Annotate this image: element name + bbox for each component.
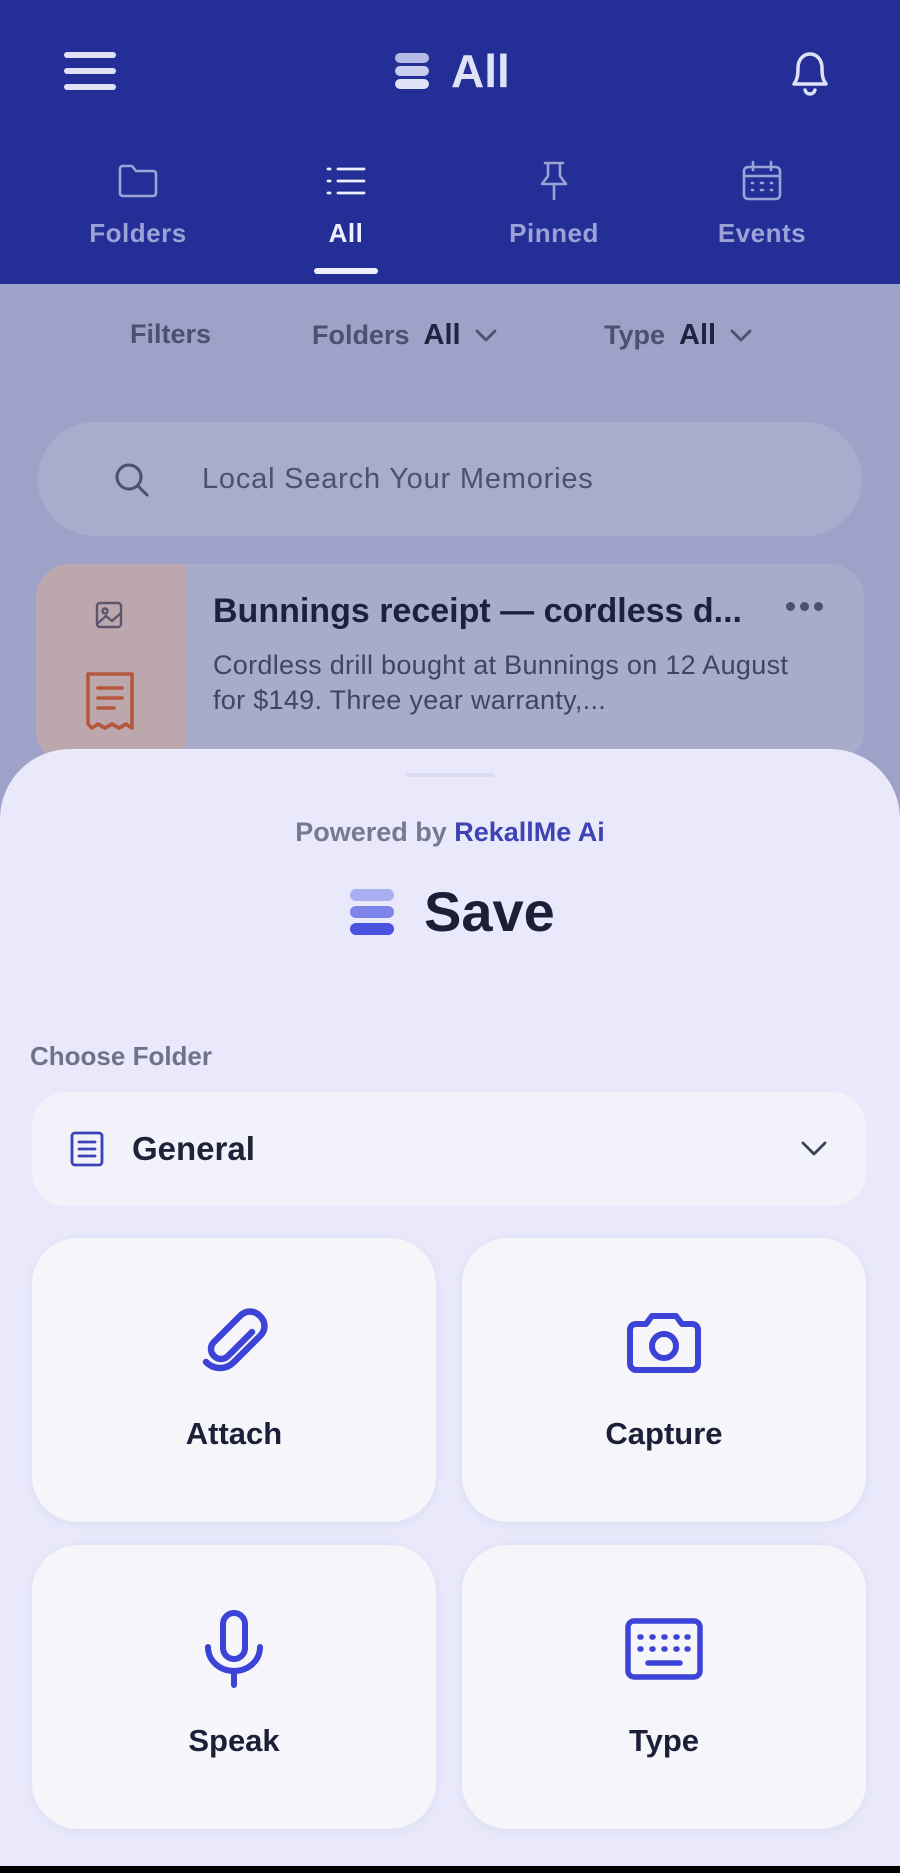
filter-bar: Filters Folders All Type All <box>0 319 900 369</box>
card-thumbnail <box>36 564 186 764</box>
tab-folders[interactable]: Folders <box>34 150 242 249</box>
more-options-icon[interactable] <box>786 602 826 614</box>
sheet-title: Save <box>424 880 555 943</box>
sheet-drag-handle[interactable] <box>405 773 495 777</box>
tab-label: Pinned <box>509 218 599 248</box>
card-title: Bunnings receipt — cordless d... <box>213 592 742 630</box>
card-description: Cordless drill bought at Bunnings on 12 … <box>213 650 789 715</box>
sheet-title-group: Save <box>350 879 555 944</box>
paperclip-icon <box>202 1308 268 1372</box>
document-icon <box>70 1131 104 1167</box>
capture-label: Capture <box>605 1416 723 1451</box>
microphone-icon <box>205 1610 263 1688</box>
stack-logo-icon <box>395 53 429 89</box>
folders-filter-value: All <box>423 319 461 351</box>
brand-name: RekallMe Ai <box>454 817 605 847</box>
chevron-down-icon <box>801 1141 827 1156</box>
calendar-icon <box>742 160 782 201</box>
stack-logo-icon <box>350 888 394 935</box>
app-screen: All Folders All Pinned Events Filters Fo… <box>0 0 900 1866</box>
keyboard-icon <box>625 1618 703 1680</box>
attach-button[interactable]: Attach <box>32 1238 436 1522</box>
tab-events[interactable]: Events <box>658 150 866 249</box>
type-label: Type <box>628 1723 700 1758</box>
folders-filter-label: Folders <box>312 320 410 350</box>
image-icon <box>95 601 123 629</box>
camera-icon <box>627 1313 701 1373</box>
type-filter-label: Type <box>604 320 666 350</box>
bell-icon[interactable] <box>786 46 834 98</box>
tab-all[interactable]: All <box>242 150 450 274</box>
capture-button[interactable]: Capture <box>462 1238 866 1522</box>
speak-label: Speak <box>188 1723 280 1758</box>
type-filter-dropdown[interactable]: Type All <box>604 319 752 352</box>
tab-label: Events <box>717 218 807 248</box>
chevron-down-icon <box>730 329 752 341</box>
selected-folder-value: General <box>132 1130 255 1167</box>
page-title: All <box>451 45 510 97</box>
search-bar <box>38 422 862 536</box>
tab-label: All <box>328 218 364 248</box>
tab-pinned[interactable]: Pinned <box>450 150 658 249</box>
menu-icon[interactable] <box>62 50 118 92</box>
chevron-down-icon <box>475 329 496 341</box>
receipt-icon <box>86 672 134 730</box>
powered-prefix: Powered by <box>295 817 447 847</box>
save-bottom-sheet: Powered by RekallMe Ai Save Choose Folde… <box>0 749 900 1866</box>
active-tab-indicator <box>314 268 378 274</box>
page-title-group: All <box>395 44 510 98</box>
search-input[interactable] <box>202 450 822 508</box>
choose-folder-label: Choose Folder <box>30 1041 213 1071</box>
tab-bar: Folders All Pinned Events <box>0 150 900 284</box>
filters-button[interactable]: Filters <box>130 319 211 350</box>
type-filter-value: All <box>679 319 717 351</box>
speak-button[interactable]: Speak <box>32 1545 436 1829</box>
search-icon <box>115 463 149 497</box>
folder-icon <box>118 164 158 198</box>
folder-select-dropdown[interactable]: General <box>32 1092 866 1206</box>
top-header: All Folders All Pinned Events <box>0 0 900 284</box>
tab-label: Folders <box>89 218 187 248</box>
filters-label: Filters <box>130 319 212 349</box>
powered-by-text: Powered by RekallMe Ai <box>0 817 900 848</box>
attach-label: Attach <box>185 1416 283 1451</box>
pin-icon <box>540 161 568 201</box>
list-icon <box>326 167 366 195</box>
folders-filter-dropdown[interactable]: Folders All <box>312 319 497 352</box>
memory-card[interactable]: Bunnings receipt — cordless d... Cordles… <box>36 564 864 764</box>
type-button[interactable]: Type <box>462 1545 866 1829</box>
